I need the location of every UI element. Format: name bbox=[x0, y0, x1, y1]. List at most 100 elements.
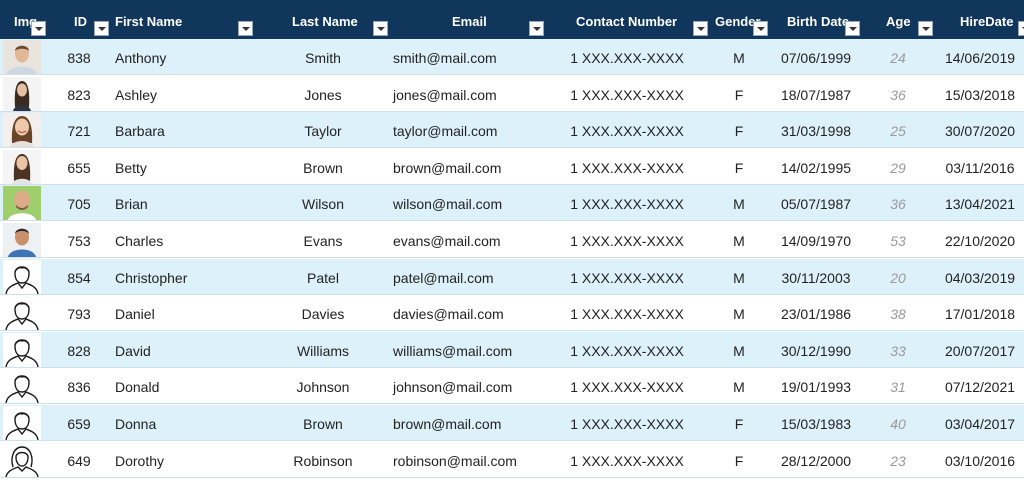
filter-dropdown-age[interactable] bbox=[918, 21, 933, 36]
male-avatar-outline-icon bbox=[3, 369, 41, 404]
header-last-name: Last Name bbox=[256, 0, 390, 39]
cell-id: 753 bbox=[67, 233, 91, 249]
cell-id: 793 bbox=[67, 306, 91, 323]
cell-birth-date: 15/03/1983 bbox=[780, 416, 852, 432]
cell-id: 854 bbox=[67, 269, 91, 286]
cell-email: johnson@mail.com bbox=[393, 379, 513, 396]
cell-last-name: Johnson bbox=[296, 379, 350, 396]
cell-hire-date: 04/03/2019 bbox=[944, 269, 1016, 286]
cell-id: 828 bbox=[67, 342, 91, 359]
cell-age: 29 bbox=[890, 159, 906, 176]
header-img: Img bbox=[0, 0, 48, 39]
cell-age: 23 bbox=[890, 452, 906, 469]
cell-first-name: Donna bbox=[115, 416, 157, 432]
cell-last-name: Brown bbox=[303, 159, 343, 176]
cell-id: 655 bbox=[67, 159, 91, 176]
cell-contact-number: 1 XXX.XXX-XXXX bbox=[570, 342, 684, 359]
cell-gender: M bbox=[733, 50, 745, 66]
cell-hire-date: 03/04/2017 bbox=[944, 416, 1016, 432]
header-age-label: Age bbox=[886, 14, 911, 29]
cell-age: 40 bbox=[890, 416, 906, 432]
cell-contact-number: 1 XXX.XXX-XXXX bbox=[570, 269, 684, 286]
cell-age: 36 bbox=[890, 86, 906, 103]
cell-email: smith@mail.com bbox=[393, 50, 497, 66]
table-row[interactable]: 828 David Williams williams@mail.com 1 XXX.X… bbox=[0, 331, 1024, 368]
header-birth-date-label: Birth Date bbox=[787, 14, 850, 29]
cell-email: robinson@mail.com bbox=[393, 452, 517, 469]
filter-dropdown-email[interactable] bbox=[529, 21, 544, 36]
cell-first-name: Christopher bbox=[115, 269, 188, 286]
cell-id: 838 bbox=[67, 50, 91, 66]
header-first-name: First Name bbox=[110, 0, 256, 39]
cell-hire-date: 30/07/2020 bbox=[944, 123, 1016, 140]
cell-age: 33 bbox=[890, 342, 906, 359]
header-hire-date: HireDate bbox=[936, 0, 1024, 39]
cell-birth-date: 31/03/1998 bbox=[780, 123, 852, 140]
cell-email: brown@mail.com bbox=[393, 159, 502, 176]
header-birth-date: Birth Date bbox=[770, 0, 870, 39]
cell-id: 649 bbox=[67, 452, 91, 469]
photo-man-blue-shirt bbox=[3, 223, 41, 257]
table-row[interactable]: 753 Charles Evans evans@mail.com 1 XXX.XXX-X… bbox=[0, 222, 1024, 258]
cell-gender: F bbox=[734, 452, 744, 469]
cell-id: 836 bbox=[67, 379, 91, 396]
table-row[interactable]: 659 Donna Brown brown@mail.com 1 XXX.XXX-XXX… bbox=[0, 405, 1024, 441]
cell-age: 53 bbox=[890, 233, 906, 249]
filter-dropdown-last-name[interactable] bbox=[373, 21, 388, 36]
cell-first-name: Brian bbox=[115, 196, 148, 213]
cell-gender: M bbox=[733, 269, 745, 286]
cell-hire-date: 03/10/2016 bbox=[944, 452, 1016, 469]
male-avatar-outline-icon bbox=[3, 332, 41, 367]
cell-last-name: Wilson bbox=[301, 196, 344, 213]
cell-hire-date: 13/04/2021 bbox=[944, 196, 1016, 213]
photo-woman-dark-hair bbox=[3, 149, 41, 184]
header-email: Email bbox=[390, 0, 546, 39]
table-header: Img ID First Name Last Name Email Contac… bbox=[0, 0, 1024, 39]
cell-age: 24 bbox=[890, 50, 906, 66]
filter-dropdown-hire-date[interactable] bbox=[1018, 21, 1024, 36]
cell-age: 36 bbox=[890, 196, 906, 213]
filter-dropdown-first-name[interactable] bbox=[238, 21, 253, 36]
header-hire-date-label: HireDate bbox=[960, 14, 1014, 29]
table-row[interactable]: 793 Daniel Davies davies@mail.com 1 XXX.XXX-… bbox=[0, 295, 1024, 332]
table-row[interactable]: 838 Anthony Smith smith@mail.com 1 XXX.XXX-X… bbox=[0, 39, 1024, 75]
header-id-label: ID bbox=[74, 14, 87, 29]
filter-dropdown-gender[interactable] bbox=[753, 21, 768, 36]
cell-hire-date: 20/07/2017 bbox=[944, 342, 1016, 359]
table-row[interactable]: 836 Donald Johnson johnson@mail.com 1 XXX.XX… bbox=[0, 368, 1024, 405]
cell-contact-number: 1 XXX.XXX-XXXX bbox=[570, 123, 684, 140]
table-row[interactable]: 705 Brian Wilson wilson@mail.com 1 XXX.XXX-X… bbox=[0, 185, 1024, 222]
photo-man-bald-green-bg bbox=[3, 186, 41, 221]
table-row[interactable]: 655 Betty Brown brown@mail.com 1 XXX.XXX-XXX… bbox=[0, 148, 1024, 185]
header-contact-number-label: Contact Number bbox=[576, 14, 678, 29]
table-row[interactable]: 854 Christopher Patel patel@mail.com 1 XXX.X… bbox=[0, 258, 1024, 295]
male-avatar-outline-icon bbox=[3, 296, 41, 331]
table-row[interactable]: 721 Barbara Taylor taylor@mail.com 1 XXX.XXX… bbox=[0, 112, 1024, 149]
cell-gender: F bbox=[734, 416, 744, 432]
cell-gender: M bbox=[733, 342, 745, 359]
filter-dropdown-id[interactable] bbox=[94, 21, 109, 36]
table-row[interactable]: 649 Dorothy Robinson robinson@mail.com 1 XXX… bbox=[0, 441, 1024, 478]
female-avatar-outline-icon bbox=[3, 442, 41, 477]
filter-dropdown-contact-number[interactable] bbox=[693, 21, 708, 36]
cell-email: evans@mail.com bbox=[393, 233, 501, 249]
cell-birth-date: 18/07/1987 bbox=[780, 86, 852, 103]
cell-birth-date: 30/12/1990 bbox=[780, 342, 852, 359]
table-row[interactable]: 823 Ashley Jones jones@mail.com 1 XXX.XXX-XX… bbox=[0, 75, 1024, 112]
cell-first-name: Betty bbox=[115, 159, 147, 176]
filter-dropdown-img[interactable] bbox=[31, 21, 46, 36]
cell-email: wilson@mail.com bbox=[393, 196, 503, 213]
cell-last-name: Evans bbox=[303, 233, 343, 249]
cell-gender: M bbox=[733, 306, 745, 323]
filter-dropdown-birth-date[interactable] bbox=[845, 21, 860, 36]
cell-age: 38 bbox=[890, 306, 906, 323]
cell-birth-date: 14/09/1970 bbox=[780, 233, 852, 249]
cell-last-name: Patel bbox=[307, 269, 339, 286]
cell-gender: F bbox=[734, 159, 744, 176]
cell-email: brown@mail.com bbox=[393, 416, 502, 432]
cell-first-name: Daniel bbox=[115, 306, 155, 323]
photo-woman-long-hair bbox=[3, 76, 41, 111]
cell-contact-number: 1 XXX.XXX-XXXX bbox=[570, 159, 684, 176]
cell-age: 31 bbox=[890, 379, 906, 396]
cell-email: taylor@mail.com bbox=[393, 123, 498, 140]
